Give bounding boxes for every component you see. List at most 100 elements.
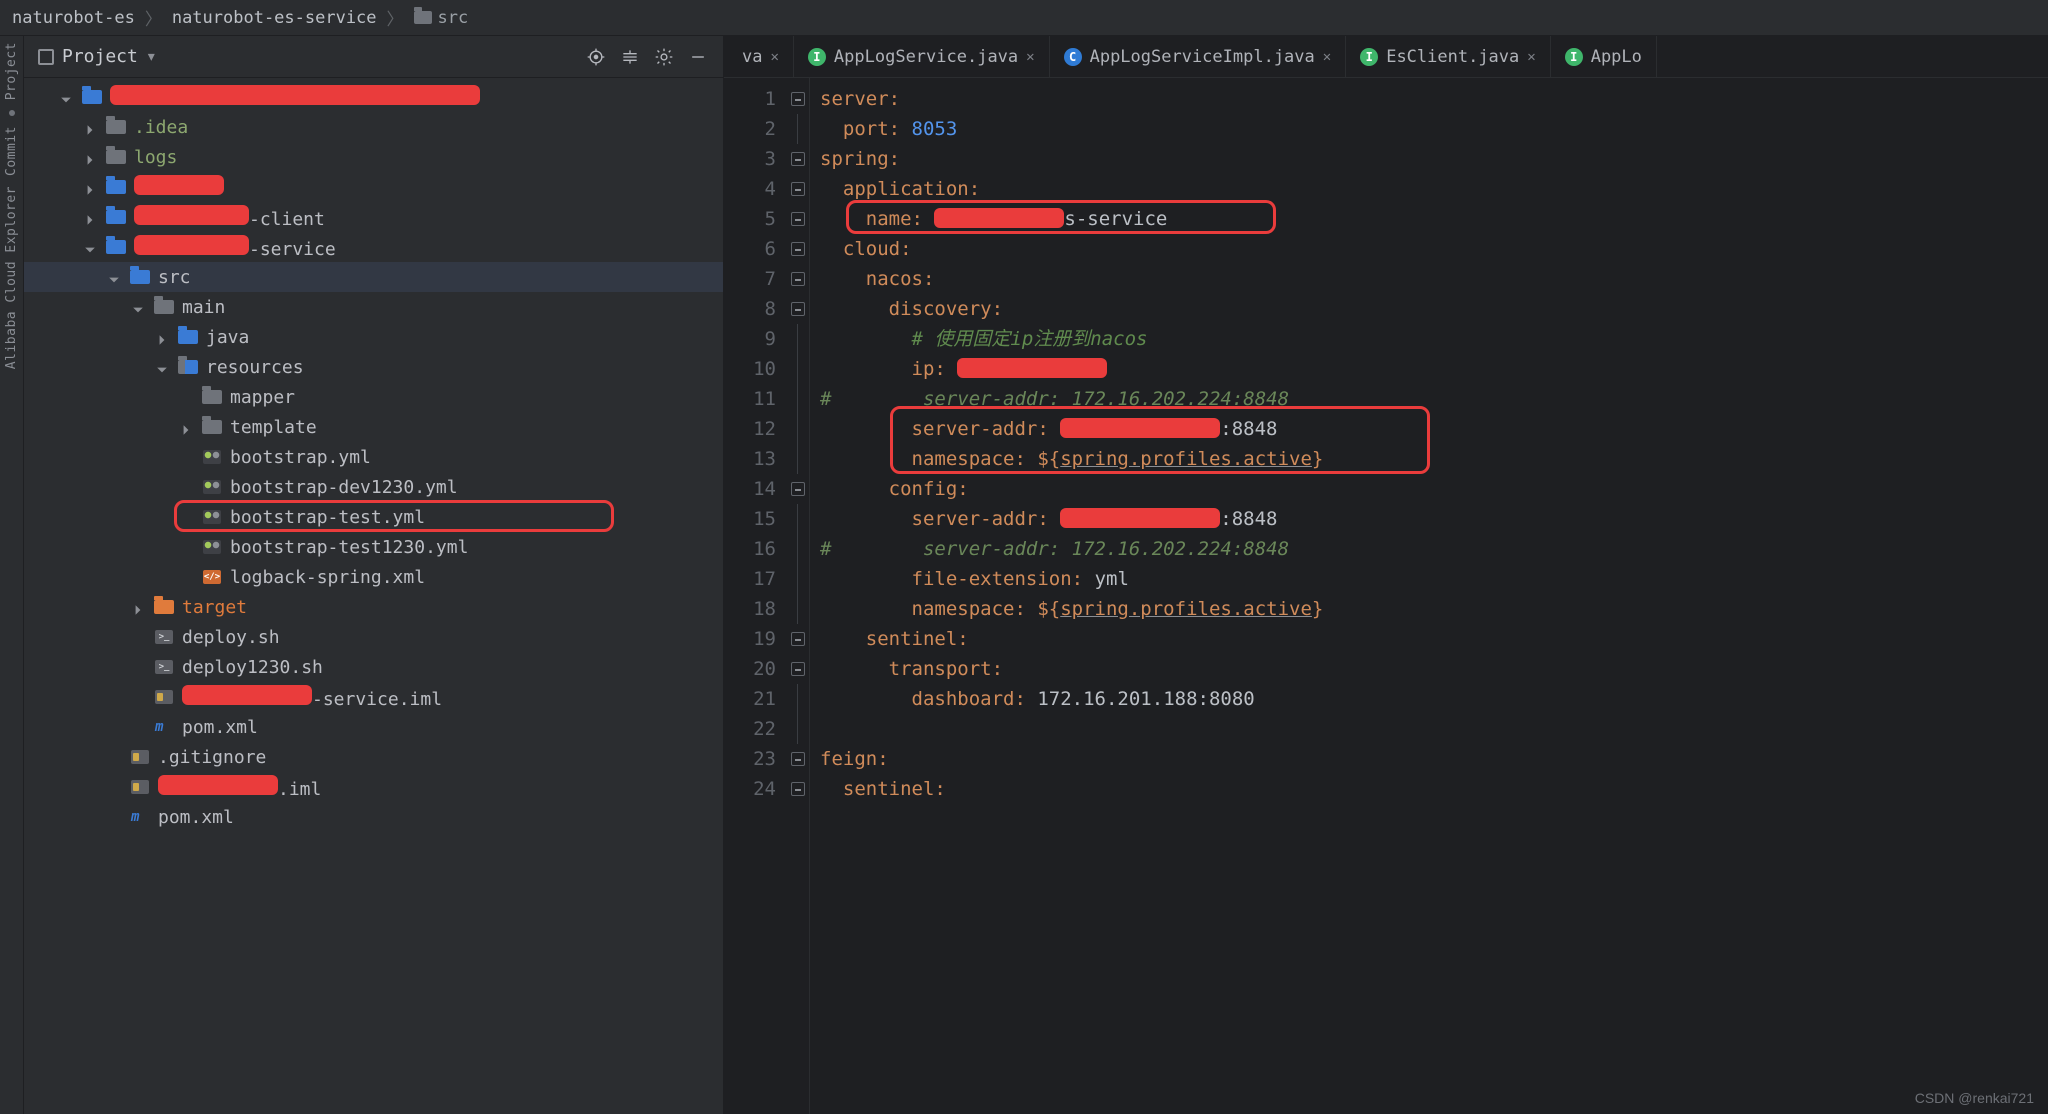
minimize-icon[interactable] <box>687 46 709 68</box>
code-line[interactable]: namespace: ${spring.profiles.active} <box>816 594 2048 624</box>
tree-row[interactable]: template <box>24 412 723 442</box>
code-line[interactable]: cloud: <box>816 234 2048 264</box>
expand-arrow-icon[interactable] <box>156 360 170 374</box>
expand-arrow-icon[interactable] <box>180 420 194 434</box>
fold-toggle-icon[interactable] <box>791 302 805 316</box>
code-line[interactable]: feign: <box>816 744 2048 774</box>
editor-tabs: va✕IAppLogService.java✕CAppLogServiceImp… <box>724 36 2048 78</box>
code-line[interactable]: dashboard: 172.16.201.188:8080 <box>816 684 2048 714</box>
tree-row[interactable] <box>24 82 723 112</box>
code-line[interactable]: sentinel: <box>816 624 2048 654</box>
expand-arrow-icon[interactable] <box>156 330 170 344</box>
code-line[interactable]: discovery: <box>816 294 2048 324</box>
code-line[interactable]: ip: <box>816 354 2048 384</box>
editor-tab[interactable]: IAppLo <box>1551 36 1657 77</box>
code-line[interactable]: transport: <box>816 654 2048 684</box>
editor-tab[interactable]: CAppLogServiceImpl.java✕ <box>1050 36 1347 77</box>
tree-row[interactable]: bootstrap.yml <box>24 442 723 472</box>
tree-row[interactable]: bootstrap-dev1230.yml <box>24 472 723 502</box>
tree-row[interactable]: .gitignore <box>24 742 723 772</box>
gutter-label-alibaba[interactable]: Alibaba Cloud Explorer <box>4 186 19 369</box>
tree-row[interactable]: mapper <box>24 382 723 412</box>
code-line[interactable]: application: <box>816 174 2048 204</box>
code-line[interactable]: file-extension: yml <box>816 564 2048 594</box>
fold-toggle-icon[interactable] <box>791 482 805 496</box>
expand-arrow-icon[interactable] <box>84 240 98 254</box>
fold-toggle-icon[interactable] <box>791 212 805 226</box>
dropdown-icon[interactable]: ▾ <box>146 46 157 67</box>
expand-arrow-icon[interactable] <box>132 600 146 614</box>
code-line[interactable]: name: s-service <box>816 204 2048 234</box>
tree-row[interactable]: </>logback-spring.xml <box>24 562 723 592</box>
expand-arrow-icon[interactable] <box>60 90 74 104</box>
gear-icon[interactable] <box>653 46 675 68</box>
tree-row[interactable]: java <box>24 322 723 352</box>
close-icon[interactable]: ✕ <box>1026 49 1034 65</box>
tree-item-label: target <box>182 597 247 618</box>
tree-row[interactable] <box>24 172 723 202</box>
code-line[interactable]: config: <box>816 474 2048 504</box>
code-line[interactable]: namespace: ${spring.profiles.active} <box>816 444 2048 474</box>
breadcrumb-mid[interactable]: naturobot-es-service <box>172 8 377 28</box>
collapse-icon[interactable] <box>619 46 641 68</box>
fold-toggle-icon[interactable] <box>791 242 805 256</box>
project-tree[interactable]: .idealogs -client-servicesrcmainjavaresou… <box>24 78 723 1114</box>
tree-row[interactable]: src <box>24 262 723 292</box>
expand-arrow-icon[interactable] <box>84 210 98 224</box>
tree-row[interactable]: .iml <box>24 772 723 802</box>
project-title[interactable]: Project <box>62 46 138 67</box>
tree-row[interactable]: bootstrap-test1230.yml <box>24 532 723 562</box>
expand-arrow-icon <box>180 510 194 524</box>
close-icon[interactable]: ✕ <box>1323 49 1331 65</box>
tree-row[interactable]: resources <box>24 352 723 382</box>
tree-row[interactable]: mpom.xml <box>24 802 723 832</box>
editor-tab[interactable]: IAppLogService.java✕ <box>794 36 1050 77</box>
expand-arrow-icon[interactable] <box>108 270 122 284</box>
close-icon[interactable]: ✕ <box>1527 49 1535 65</box>
code-line[interactable]: # server-addr: 172.16.202.224:8848 <box>816 384 2048 414</box>
code-line[interactable] <box>816 714 2048 744</box>
code-line[interactable]: # server-addr: 172.16.202.224:8848 <box>816 534 2048 564</box>
breadcrumb-root[interactable]: naturobot-es <box>12 8 135 28</box>
tree-row[interactable]: main <box>24 292 723 322</box>
breadcrumb-leaf[interactable]: src <box>414 8 469 28</box>
target-icon[interactable] <box>585 46 607 68</box>
fold-toggle-icon[interactable] <box>791 272 805 286</box>
expand-arrow-icon[interactable] <box>84 150 98 164</box>
editor-tab[interactable]: IEsClient.java✕ <box>1346 36 1551 77</box>
tree-row[interactable]: .idea <box>24 112 723 142</box>
fold-toggle-icon[interactable] <box>791 632 805 646</box>
code-line[interactable]: server-addr: :8848 <box>816 414 2048 444</box>
tree-row[interactable]: -client <box>24 202 723 232</box>
tree-row[interactable]: logs <box>24 142 723 172</box>
code-line[interactable]: port: 8053 <box>816 114 2048 144</box>
code-line[interactable]: nacos: <box>816 264 2048 294</box>
code-line[interactable]: server: <box>816 84 2048 114</box>
gutter-label-commit[interactable]: Commit <box>4 126 19 176</box>
fold-toggle-icon[interactable] <box>791 92 805 106</box>
code-line[interactable]: sentinel: <box>816 774 2048 804</box>
tree-row[interactable]: -service <box>24 232 723 262</box>
tree-row[interactable]: >_deploy1230.sh <box>24 652 723 682</box>
tree-row[interactable]: >_deploy.sh <box>24 622 723 652</box>
fold-toggle-icon[interactable] <box>791 152 805 166</box>
code-content[interactable]: server: port: 8053spring: application: n… <box>810 78 2048 1114</box>
fold-toggle-icon[interactable] <box>791 782 805 796</box>
tree-row[interactable]: bootstrap-test.yml <box>24 502 723 532</box>
code-line[interactable]: server-addr: :8848 <box>816 504 2048 534</box>
tree-row[interactable]: -service.iml <box>24 682 723 712</box>
expand-arrow-icon[interactable] <box>84 120 98 134</box>
gutter-label-project[interactable]: Project <box>4 42 19 100</box>
close-icon[interactable]: ✕ <box>770 49 778 65</box>
expand-arrow-icon[interactable] <box>132 300 146 314</box>
fold-toggle-icon[interactable] <box>791 752 805 766</box>
expand-arrow-icon[interactable] <box>84 180 98 194</box>
fold-toggle-icon[interactable] <box>791 662 805 676</box>
tree-row[interactable]: mpom.xml <box>24 712 723 742</box>
tree-row[interactable]: target <box>24 592 723 622</box>
line-number: 17 <box>724 564 776 594</box>
editor-tab[interactable]: va✕ <box>728 36 794 77</box>
fold-toggle-icon[interactable] <box>791 182 805 196</box>
code-line[interactable]: # 使用固定ip注册到nacos <box>816 324 2048 354</box>
code-line[interactable]: spring: <box>816 144 2048 174</box>
